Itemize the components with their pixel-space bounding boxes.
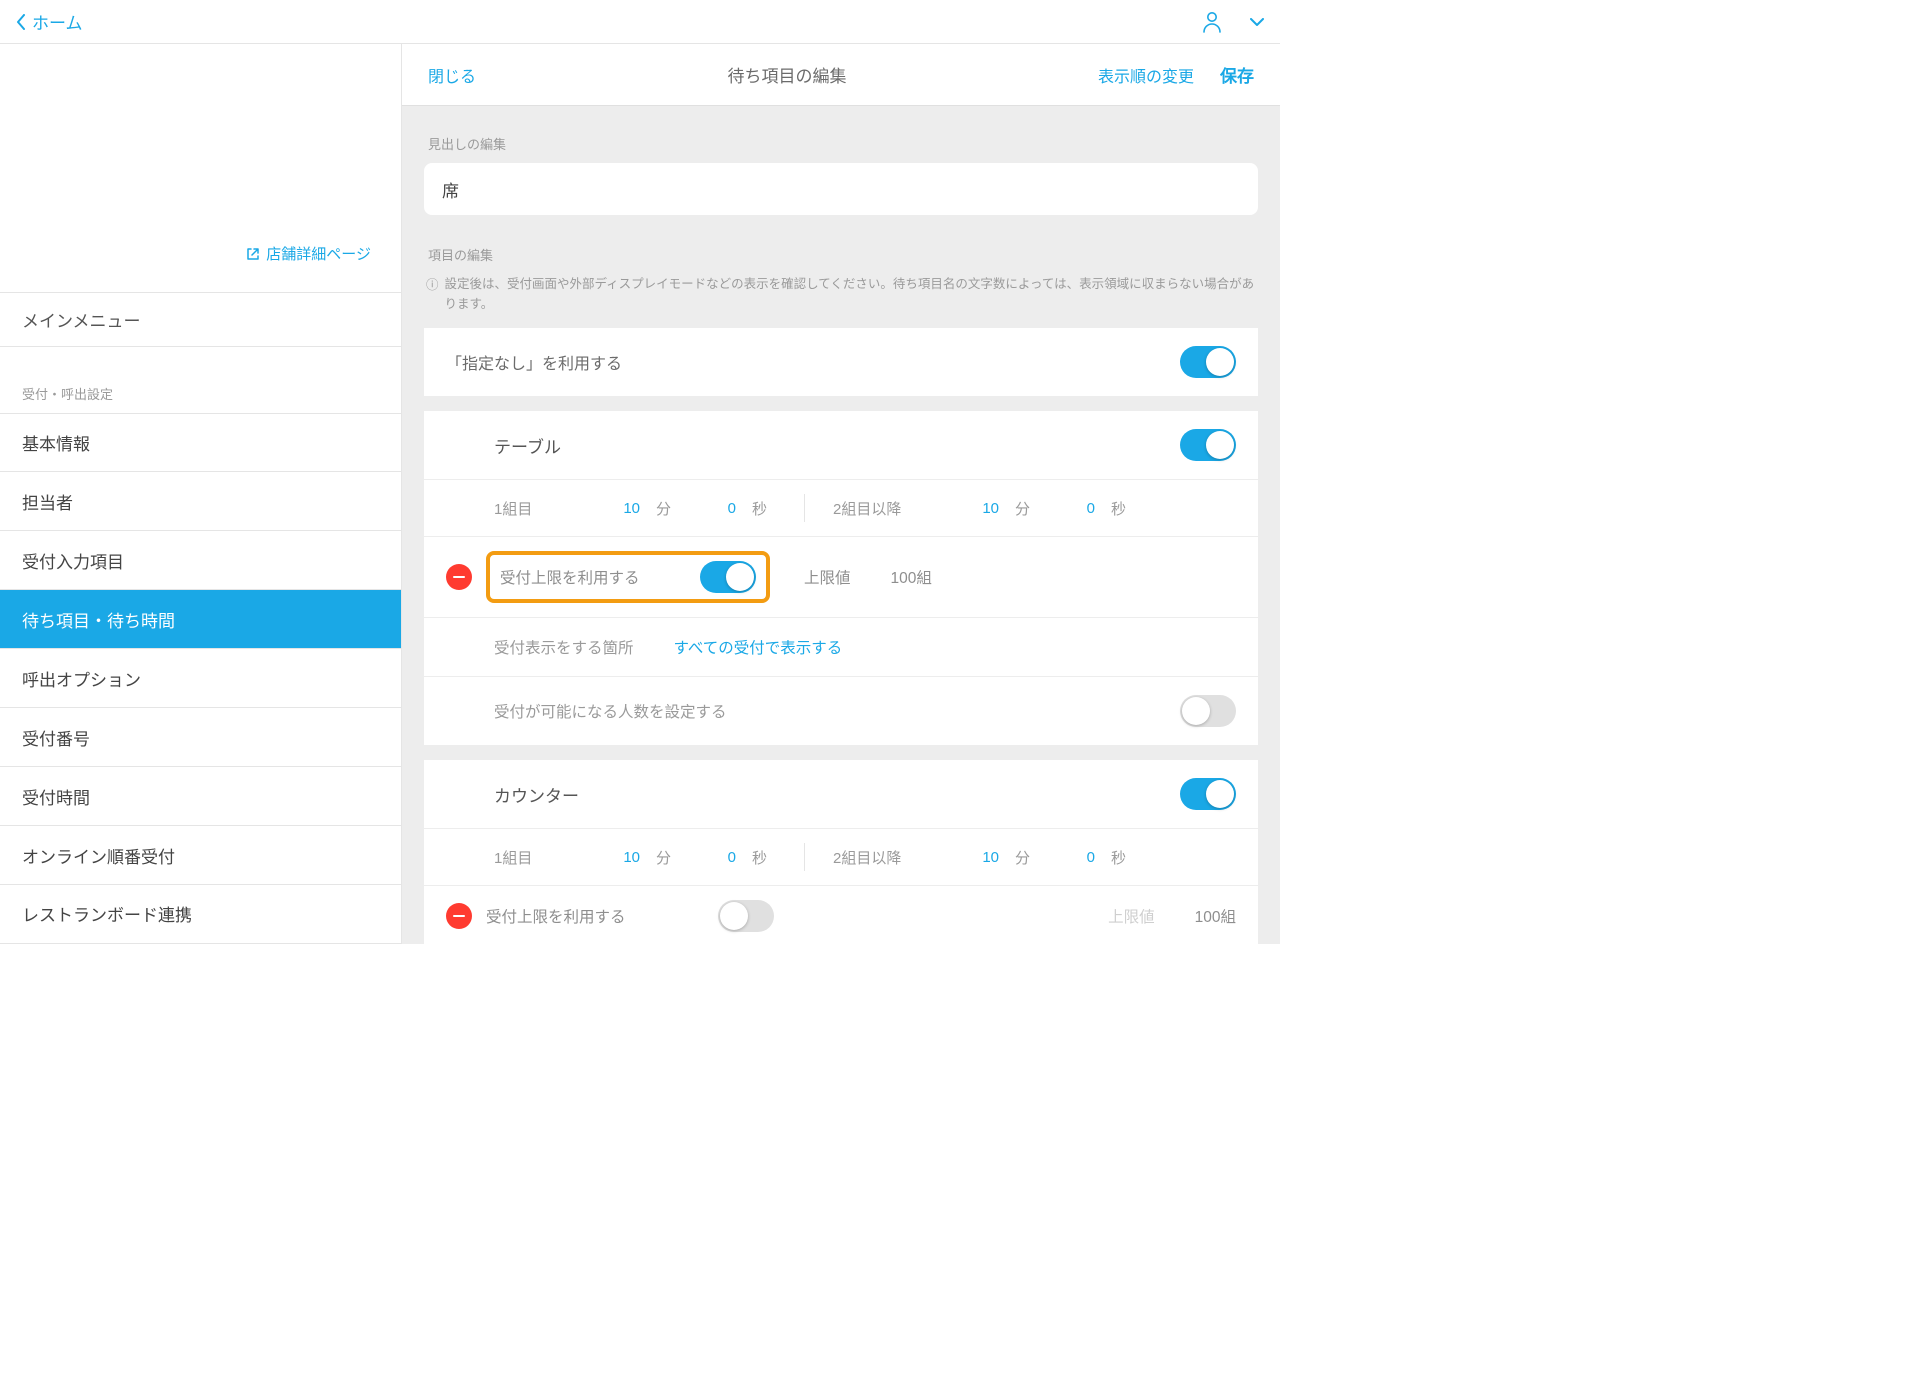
time-row: 1組目 10 分 0 秒 2組目以降 10 分 0 秒	[424, 829, 1258, 886]
nav-label: 受付番号	[22, 725, 90, 750]
nav-item-call-options[interactable]: 呼出オプション	[0, 649, 401, 708]
main-menu-button[interactable]: メインメニュー	[0, 293, 401, 346]
first-min-value[interactable]: 10	[600, 500, 640, 517]
heading-label: 見出しの編集	[428, 134, 1258, 153]
panel-header: 閉じる 待ち項目の編集 表示順の変更 保存	[402, 44, 1280, 106]
capacity-label: 受付が可能になる人数を設定する	[494, 700, 727, 722]
nav-label: 待ち項目・待ち時間	[22, 607, 175, 632]
min-unit: 分	[656, 847, 680, 868]
sidebar: 店舗詳細ページ メインメニュー 受付・呼出設定 基本情報 担当者 受付入力項目 …	[0, 44, 402, 944]
section-caption: 受付・呼出設定	[0, 347, 401, 414]
nav-item-hours[interactable]: 受付時間	[0, 767, 401, 826]
sec-unit: 秒	[752, 498, 776, 519]
save-button[interactable]: 保存	[1220, 62, 1254, 87]
highlight-box: 受付上限を利用する	[486, 551, 770, 603]
category-card-table: テーブル 1組目 10 分 0 秒 2組目以降	[424, 411, 1258, 746]
main-panel: 閉じる 待ち項目の編集 表示順の変更 保存 見出しの編集 項目の編集 ⓘ 設定後…	[402, 44, 1280, 944]
external-link-icon	[246, 247, 260, 261]
nav-item-restaurant-board[interactable]: レストランボード連携	[0, 885, 401, 944]
category-name: カウンター	[494, 782, 579, 807]
first-label: 1組目	[494, 847, 584, 868]
limit-label: 受付上限を利用する	[500, 566, 678, 588]
after-sec-value[interactable]: 0	[1055, 500, 1095, 517]
use-none-toggle[interactable]	[1180, 346, 1236, 378]
after-min-value[interactable]: 10	[959, 500, 999, 517]
divider	[804, 494, 805, 522]
nav-label: 受付時間	[22, 784, 90, 809]
shop-area: 店舗詳細ページ	[0, 44, 401, 293]
display-value[interactable]: すべての受付で表示する	[674, 636, 843, 658]
limit-label: 受付上限を利用する	[486, 905, 698, 927]
limit-toggle[interactable]	[700, 561, 756, 593]
use-none-row: 「指定なし」を利用する	[424, 328, 1258, 397]
nav-item-input-items[interactable]: 受付入力項目	[0, 531, 401, 590]
nav-label: 受付入力項目	[22, 548, 124, 573]
shop-detail-link[interactable]: 店舗詳細ページ	[246, 243, 371, 264]
nav-label: オンライン順番受付	[22, 843, 175, 868]
limit-cap-label: 上限値	[1108, 905, 1155, 927]
remove-button[interactable]	[446, 903, 472, 929]
limit-row: 受付上限を利用する 上限値 100組	[424, 886, 1258, 944]
sec-unit: 秒	[1111, 847, 1135, 868]
user-icon	[1202, 11, 1222, 33]
nav-item-number[interactable]: 受付番号	[0, 708, 401, 767]
info-note: ⓘ 設定後は、受付画面や外部ディスプレイモードなどの表示を確認してください。待ち…	[426, 274, 1256, 314]
time-row: 1組目 10 分 0 秒 2組目以降 10 分 0 秒	[424, 480, 1258, 537]
after-label: 2組目以降	[833, 847, 943, 868]
category-toggle[interactable]	[1180, 429, 1236, 461]
use-none-label: 「指定なし」を利用する	[446, 350, 622, 374]
nav-label: 担当者	[22, 489, 73, 514]
reorder-button[interactable]: 表示順の変更	[1098, 63, 1194, 87]
back-home-button[interactable]: ホーム	[16, 9, 83, 34]
heading-input[interactable]	[424, 163, 1258, 215]
close-button[interactable]: 閉じる	[428, 63, 476, 87]
first-min-value[interactable]: 10	[600, 849, 640, 866]
dropdown-button[interactable]	[1250, 18, 1264, 26]
first-label: 1組目	[494, 498, 584, 519]
capacity-toggle[interactable]	[1180, 695, 1236, 727]
sec-unit: 秒	[752, 847, 776, 868]
home-label: ホーム	[32, 9, 83, 34]
items-label: 項目の編集	[428, 245, 1258, 264]
first-sec-value[interactable]: 0	[696, 500, 736, 517]
limit-value[interactable]: 100組	[891, 566, 932, 588]
category-card-counter: カウンター 1組目 10 分 0 秒 2組目以降	[424, 760, 1258, 944]
limit-row: 受付上限を利用する 上限値 100組	[424, 537, 1258, 618]
min-unit: 分	[1015, 498, 1039, 519]
nav-label: 基本情報	[22, 430, 90, 455]
content-scroll[interactable]: 見出しの編集 項目の編集 ⓘ 設定後は、受付画面や外部ディスプレイモードなどの表…	[402, 106, 1280, 944]
nav-item-wait-items[interactable]: 待ち項目・待ち時間	[0, 590, 401, 649]
limit-toggle[interactable]	[718, 900, 774, 932]
limit-cap-label: 上限値	[804, 566, 851, 588]
user-menu-button[interactable]	[1202, 11, 1222, 33]
info-icon: ⓘ	[426, 275, 439, 314]
after-min-value[interactable]: 10	[959, 849, 999, 866]
display-label: 受付表示をする箇所	[494, 636, 634, 658]
nav-label: 呼出オプション	[22, 666, 141, 691]
display-row: 受付表示をする箇所 すべての受付で表示する	[424, 618, 1258, 677]
chevron-down-icon	[1250, 18, 1264, 26]
remove-button[interactable]	[446, 564, 472, 590]
min-unit: 分	[1015, 847, 1039, 868]
nav-item-staff[interactable]: 担当者	[0, 472, 401, 531]
shop-detail-label: 店舗詳細ページ	[266, 243, 371, 264]
first-sec-value[interactable]: 0	[696, 849, 736, 866]
nav-label: レストランボード連携	[22, 901, 192, 926]
after-sec-value[interactable]: 0	[1055, 849, 1095, 866]
info-text: 設定後は、受付画面や外部ディスプレイモードなどの表示を確認してください。待ち項目…	[445, 274, 1256, 314]
divider	[804, 843, 805, 871]
nav-item-online[interactable]: オンライン順番受付	[0, 826, 401, 885]
sec-unit: 秒	[1111, 498, 1135, 519]
panel-title: 待ち項目の編集	[728, 62, 847, 87]
nav-item-basic-info[interactable]: 基本情報	[0, 414, 401, 473]
category-toggle[interactable]	[1180, 778, 1236, 810]
main-menu-label: メインメニュー	[22, 307, 141, 332]
category-name: テーブル	[494, 433, 561, 458]
after-label: 2組目以降	[833, 498, 943, 519]
chevron-left-icon	[16, 14, 26, 30]
capacity-row: 受付が可能になる人数を設定する	[424, 677, 1258, 746]
topbar: ホーム	[0, 0, 1280, 44]
limit-value: 100組	[1195, 905, 1236, 927]
min-unit: 分	[656, 498, 680, 519]
